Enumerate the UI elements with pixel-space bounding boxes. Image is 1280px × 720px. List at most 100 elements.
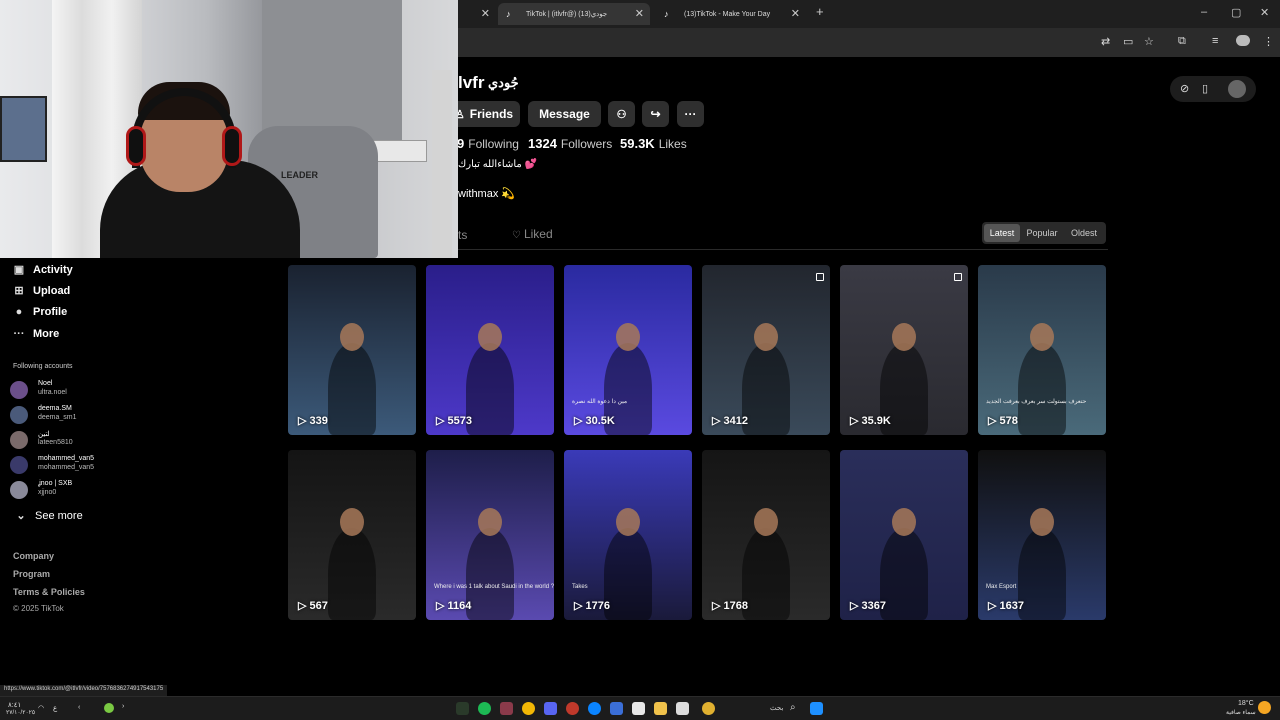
account-handle: xjjno0 xyxy=(38,489,57,496)
sort-oldest[interactable]: Oldest xyxy=(1065,224,1103,242)
video-thumbnail[interactable]: Max Esport ▷ 1637 xyxy=(978,450,1106,620)
profile-avatar-icon[interactable] xyxy=(1236,35,1250,46)
view-count: ▷ 3412 xyxy=(712,414,748,427)
extensions-icon[interactable]: ⧉ xyxy=(1178,35,1186,48)
chrome-icon[interactable] xyxy=(522,702,535,715)
store-icon[interactable] xyxy=(632,702,645,715)
account-handle: deema_sm1 xyxy=(38,414,77,421)
reading-list-icon[interactable]: ≡ xyxy=(1212,35,1218,47)
sidebar-item-activity[interactable]: ▣ Activity xyxy=(12,263,73,277)
close-tab-icon[interactable]: ✕ xyxy=(481,7,490,20)
sidebar-item-upload[interactable]: ⊞ Upload xyxy=(12,284,70,298)
phone-icon[interactable]: ▯ xyxy=(1202,82,1208,95)
discord-icon[interactable] xyxy=(544,702,557,715)
weather-sun-icon[interactable] xyxy=(1258,701,1271,714)
app-icon[interactable] xyxy=(610,702,623,715)
edge-icon[interactable] xyxy=(588,702,601,715)
view-count-value: 30.5K xyxy=(585,415,615,427)
video-thumbnail[interactable]: ▷ 3412 xyxy=(702,265,830,435)
maximize-button[interactable]: ▢ xyxy=(1231,6,1241,19)
footer-company-link[interactable]: Company xyxy=(13,551,54,561)
view-count-value: 3412 xyxy=(723,415,748,427)
multi-photo-icon xyxy=(816,273,824,281)
video-thumbnail[interactable]: Takes ▷ 1776 xyxy=(564,450,692,620)
view-count-value: 1164 xyxy=(447,600,472,612)
tray-chevron-icon[interactable]: › xyxy=(122,703,124,710)
sidebar-item-profile[interactable]: ● Profile xyxy=(12,306,68,318)
video-thumbnail[interactable]: ▷ 35.9K xyxy=(840,265,968,435)
app-icon[interactable] xyxy=(500,702,513,715)
friends-button[interactable]: ♙ Friends xyxy=(448,101,520,127)
video-thumbnail[interactable]: ▷ 339 xyxy=(288,265,416,435)
headset-ear xyxy=(222,126,242,166)
message-label: Message xyxy=(539,107,590,121)
tray-app-icon[interactable] xyxy=(104,703,114,713)
language-indicator[interactable]: ع xyxy=(53,704,57,712)
file-explorer-icon[interactable] xyxy=(654,702,667,715)
video-thumbnail[interactable]: ▷ 567 xyxy=(288,450,416,620)
coin-icon[interactable]: ⊘ xyxy=(1180,82,1189,95)
notepad-icon[interactable] xyxy=(676,702,689,715)
translate-icon[interactable]: ⇄ xyxy=(1101,35,1110,48)
tab-liked[interactable]: ♡ Liked xyxy=(512,227,553,241)
user-avatar[interactable] xyxy=(1228,80,1246,98)
followers-stat[interactable]: 1324 Followers xyxy=(528,136,612,151)
view-count: ▷ 578 xyxy=(988,414,1018,427)
new-tab-button[interactable]: + xyxy=(816,4,824,19)
browser-tab[interactable]: ✕ xyxy=(462,3,496,25)
tab-title: TikTok | (itlvfr@) جودي(13) xyxy=(526,11,608,18)
video-thumbnail[interactable]: Where i was 1 talk about Saudi in the wo… xyxy=(426,450,554,620)
more-options-button[interactable]: ··· xyxy=(677,101,704,127)
profile-nickname: جُودي xyxy=(488,75,519,90)
close-window-button[interactable]: ✕ xyxy=(1260,6,1269,19)
browser-tab-active[interactable]: ♪ TikTok | (itlvfr@) جودي(13) ✕ xyxy=(498,3,650,25)
search-label[interactable]: بحث xyxy=(770,704,783,712)
browser-menu-icon[interactable]: ⋮ xyxy=(1263,35,1274,48)
message-button[interactable]: Message xyxy=(528,101,601,127)
video-thumbnail[interactable]: ▷ 1768 xyxy=(702,450,830,620)
cast-icon[interactable]: ▭ xyxy=(1123,35,1133,48)
tray-arrow-icon[interactable]: ‹ xyxy=(78,704,80,711)
video-thumbnail[interactable]: مين دا دعوة الله نصرة ▷ 30.5K xyxy=(564,265,692,435)
likes-label: Likes xyxy=(658,137,687,151)
sidebar-item-label: Activity xyxy=(33,263,73,276)
bookmark-star-icon[interactable]: ☆ xyxy=(1144,35,1154,48)
view-count: ▷ 30.5K xyxy=(574,414,615,427)
thumbnail-face xyxy=(892,323,916,351)
minimize-button[interactable]: – xyxy=(1201,6,1207,18)
view-count: ▷ 1164 xyxy=(436,599,471,612)
terminal-icon[interactable] xyxy=(456,702,469,715)
video-thumbnail[interactable]: حتعرف بستولت سر بعرف بعرفت الجديد ▷ 578 xyxy=(978,265,1106,435)
copilot-icon[interactable] xyxy=(702,702,715,715)
browser-tab[interactable]: ♪ (13)TikTok - Make Your Day ✕ xyxy=(656,3,806,25)
spotify-icon[interactable] xyxy=(478,702,491,715)
wifi-icon[interactable]: ◠ xyxy=(38,704,44,712)
sort-popular[interactable]: Popular xyxy=(1023,224,1061,242)
view-count-value: 35.9K xyxy=(861,415,891,427)
tab-title: (13)TikTok - Make Your Day xyxy=(684,10,771,18)
sort-latest[interactable]: Latest xyxy=(984,224,1020,242)
webcam-overlay: LEADER xyxy=(0,0,458,258)
add-friend-button[interactable]: ⚇ xyxy=(608,101,635,127)
thumbnail-face xyxy=(754,508,778,536)
video-thumbnail[interactable]: ▷ 3367 xyxy=(840,450,968,620)
search-icon[interactable]: ⌕ xyxy=(790,702,796,713)
sidebar-item-more[interactable]: ··· More xyxy=(12,328,60,340)
share-button[interactable]: ↪ xyxy=(642,101,669,127)
view-count-value: 3367 xyxy=(861,600,886,612)
close-tab-icon[interactable]: ✕ xyxy=(791,7,800,20)
view-count-value: 1637 xyxy=(999,600,1024,612)
windows-start-icon[interactable] xyxy=(810,702,823,715)
thumbnail-figure xyxy=(880,528,928,620)
video-thumbnail[interactable]: ▷ 5573 xyxy=(426,265,554,435)
see-more-button[interactable]: ⌄ See more xyxy=(14,509,82,523)
view-count: ▷ 567 xyxy=(298,599,328,612)
view-count: ▷ 3367 xyxy=(850,599,886,612)
tab-videos[interactable]: ts xyxy=(458,228,467,242)
app-icon[interactable] xyxy=(566,702,579,715)
footer-terms-link[interactable]: Terms & Policies xyxy=(13,587,85,597)
following-stat[interactable]: 9 Following xyxy=(457,136,519,151)
weather-temp: 18°C xyxy=(1238,700,1254,707)
footer-program-link[interactable]: Program xyxy=(13,569,50,579)
close-tab-icon[interactable]: ✕ xyxy=(635,7,644,20)
